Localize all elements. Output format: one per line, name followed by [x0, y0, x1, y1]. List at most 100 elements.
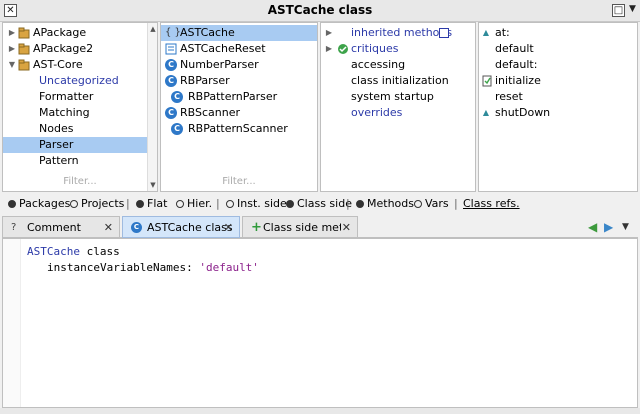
class-icon: C	[165, 107, 177, 119]
separator: |	[126, 197, 130, 210]
window-menu-icon[interactable]: ▼	[626, 4, 639, 17]
class-side-radio[interactable]: Class side	[286, 194, 352, 214]
class-label: ASTCache	[180, 26, 235, 39]
methods-radio[interactable]: Methods	[356, 194, 414, 214]
tag-label: Parser	[39, 138, 74, 151]
class-icon: C	[165, 59, 177, 71]
tag-item[interactable]: Formatter	[3, 89, 157, 105]
browser-panes: ▶ APackage ▶ APackage2 ▼ AST-Core Uncate…	[2, 22, 638, 192]
tab-close-icon[interactable]: ✕	[104, 217, 113, 237]
tab-class-side-method[interactable]: + Class side method ✕	[242, 216, 358, 238]
class-item[interactable]: ASTCacheReset	[161, 41, 317, 57]
tabs-menu-icon[interactable]: ▼	[622, 222, 629, 232]
protocol-item[interactable]: system startup	[321, 89, 475, 105]
expand-icon[interactable]: ▶	[7, 25, 17, 41]
methods-pane[interactable]: ▲ at: default default: initialize reset …	[478, 22, 638, 192]
class-label: ASTCacheReset	[180, 42, 266, 55]
method-label: reset	[495, 90, 523, 103]
protocol-item[interactable]: overrides	[321, 105, 475, 121]
maximize-window-icon[interactable]: □	[612, 4, 625, 17]
tab-close-icon[interactable]: ✕	[342, 217, 351, 237]
scroll-up-icon[interactable]: ▲	[148, 24, 157, 34]
protocol-item[interactable]: accessing	[321, 57, 475, 73]
separator: |	[346, 197, 350, 210]
class-icon: C	[171, 91, 183, 103]
expand-icon[interactable]: ▶	[7, 41, 17, 57]
protocol-item[interactable]: class initialization	[321, 73, 475, 89]
inst-side-radio[interactable]: Inst. side	[226, 194, 287, 214]
tag-label: Nodes	[39, 122, 74, 135]
forward-arrow-icon[interactable]: ▶	[604, 220, 613, 234]
protocol-label: critiques	[351, 42, 399, 55]
vars-radio[interactable]: Vars	[414, 194, 449, 214]
tag-item[interactable]: Nodes	[3, 121, 157, 137]
tag-item[interactable]: Matching	[3, 105, 157, 121]
package-icon	[18, 59, 30, 71]
up-arrow-icon: ▲	[482, 108, 490, 117]
tag-label: Matching	[39, 106, 90, 119]
method-item[interactable]: initialize	[479, 73, 637, 89]
packages-radio[interactable]: Packages	[8, 194, 70, 214]
expand-icon[interactable]: ▶	[324, 41, 334, 57]
class-label: RBPatternParser	[188, 90, 278, 103]
tag-item[interactable]: Pattern	[3, 153, 157, 169]
help-icon: ?	[11, 222, 17, 233]
package-item[interactable]: ▼ AST-Core	[3, 57, 157, 73]
package-label: AST-Core	[33, 58, 83, 71]
class-refs-button[interactable]: Class refs.	[463, 194, 520, 214]
method-label: default:	[495, 58, 538, 71]
class-icon: C	[165, 75, 177, 87]
package-item[interactable]: ▶ APackage2	[3, 41, 157, 57]
classes-pane[interactable]: { } ASTCache ASTCacheReset C NumberParse…	[160, 22, 318, 192]
packages-filter[interactable]: Filter...	[3, 176, 157, 187]
protocol-item[interactable]: ▶ critiques	[321, 41, 475, 57]
tag-item-selected[interactable]: Parser	[3, 137, 157, 153]
flat-radio[interactable]: Flat	[136, 194, 167, 214]
class-item[interactable]: C RBScanner	[161, 105, 317, 121]
method-item[interactable]: default:	[479, 57, 637, 73]
package-item[interactable]: ▶ APackage	[3, 25, 157, 41]
classes-filter[interactable]: Filter...	[161, 176, 317, 187]
tab-label: Comment	[27, 221, 81, 234]
radio-selected-icon	[356, 200, 364, 208]
class-icon: C	[171, 123, 183, 135]
method-label: shutDown	[495, 106, 551, 119]
packages-scrollbar[interactable]: ▲ ▼	[147, 23, 157, 191]
inherited-methods-checkbox[interactable]	[439, 28, 449, 38]
method-item[interactable]: default	[479, 41, 637, 57]
up-arrow-icon: ▲	[482, 28, 490, 37]
projects-radio[interactable]: Projects	[70, 194, 124, 214]
method-label: initialize	[495, 74, 541, 87]
class-item[interactable]: C RBParser	[161, 73, 317, 89]
class-label: RBScanner	[180, 106, 241, 119]
tab-close-icon[interactable]: ✕	[224, 217, 233, 237]
protocol-label: system startup	[351, 90, 434, 103]
code-editor[interactable]: ASTCache class instanceVariableNames: 'd…	[2, 238, 638, 408]
method-item[interactable]: reset	[479, 89, 637, 105]
protocol-label: overrides	[351, 106, 403, 119]
tab-comment[interactable]: ? Comment ✕	[2, 216, 120, 238]
class-label: RBPatternScanner	[188, 122, 288, 135]
back-arrow-icon[interactable]: ◀	[588, 220, 597, 234]
hier-radio[interactable]: Hier.	[176, 194, 212, 214]
collapse-icon[interactable]: ▼	[7, 57, 17, 73]
method-item[interactable]: ▲ shutDown	[479, 105, 637, 121]
expand-icon[interactable]: ▶	[324, 25, 334, 41]
class-item-selected[interactable]: { } ASTCache	[161, 25, 317, 41]
radio-icon	[226, 200, 234, 208]
protocol-item[interactable]: ▶ inherited methods	[321, 25, 475, 41]
method-item[interactable]: ▲ at:	[479, 25, 637, 41]
tag-item[interactable]: Uncategorized	[3, 73, 157, 89]
radio-icon	[176, 200, 184, 208]
radio-icon	[70, 200, 78, 208]
class-item[interactable]: C NumberParser	[161, 57, 317, 73]
tab-class-definition[interactable]: C ASTCache class ✕	[122, 216, 240, 238]
code-line-2: instanceVariableNames: 'default'	[47, 261, 259, 274]
protocols-pane[interactable]: ▶ inherited methods ▶ critiques accessin…	[320, 22, 476, 192]
protocol-label: inherited methods	[351, 26, 453, 39]
packages-pane[interactable]: ▶ APackage ▶ APackage2 ▼ AST-Core Uncate…	[2, 22, 158, 192]
separator: |	[454, 197, 458, 210]
class-item[interactable]: C RBPatternParser	[161, 89, 317, 105]
class-item[interactable]: C RBPatternScanner	[161, 121, 317, 137]
braces-icon: { }	[165, 27, 181, 38]
